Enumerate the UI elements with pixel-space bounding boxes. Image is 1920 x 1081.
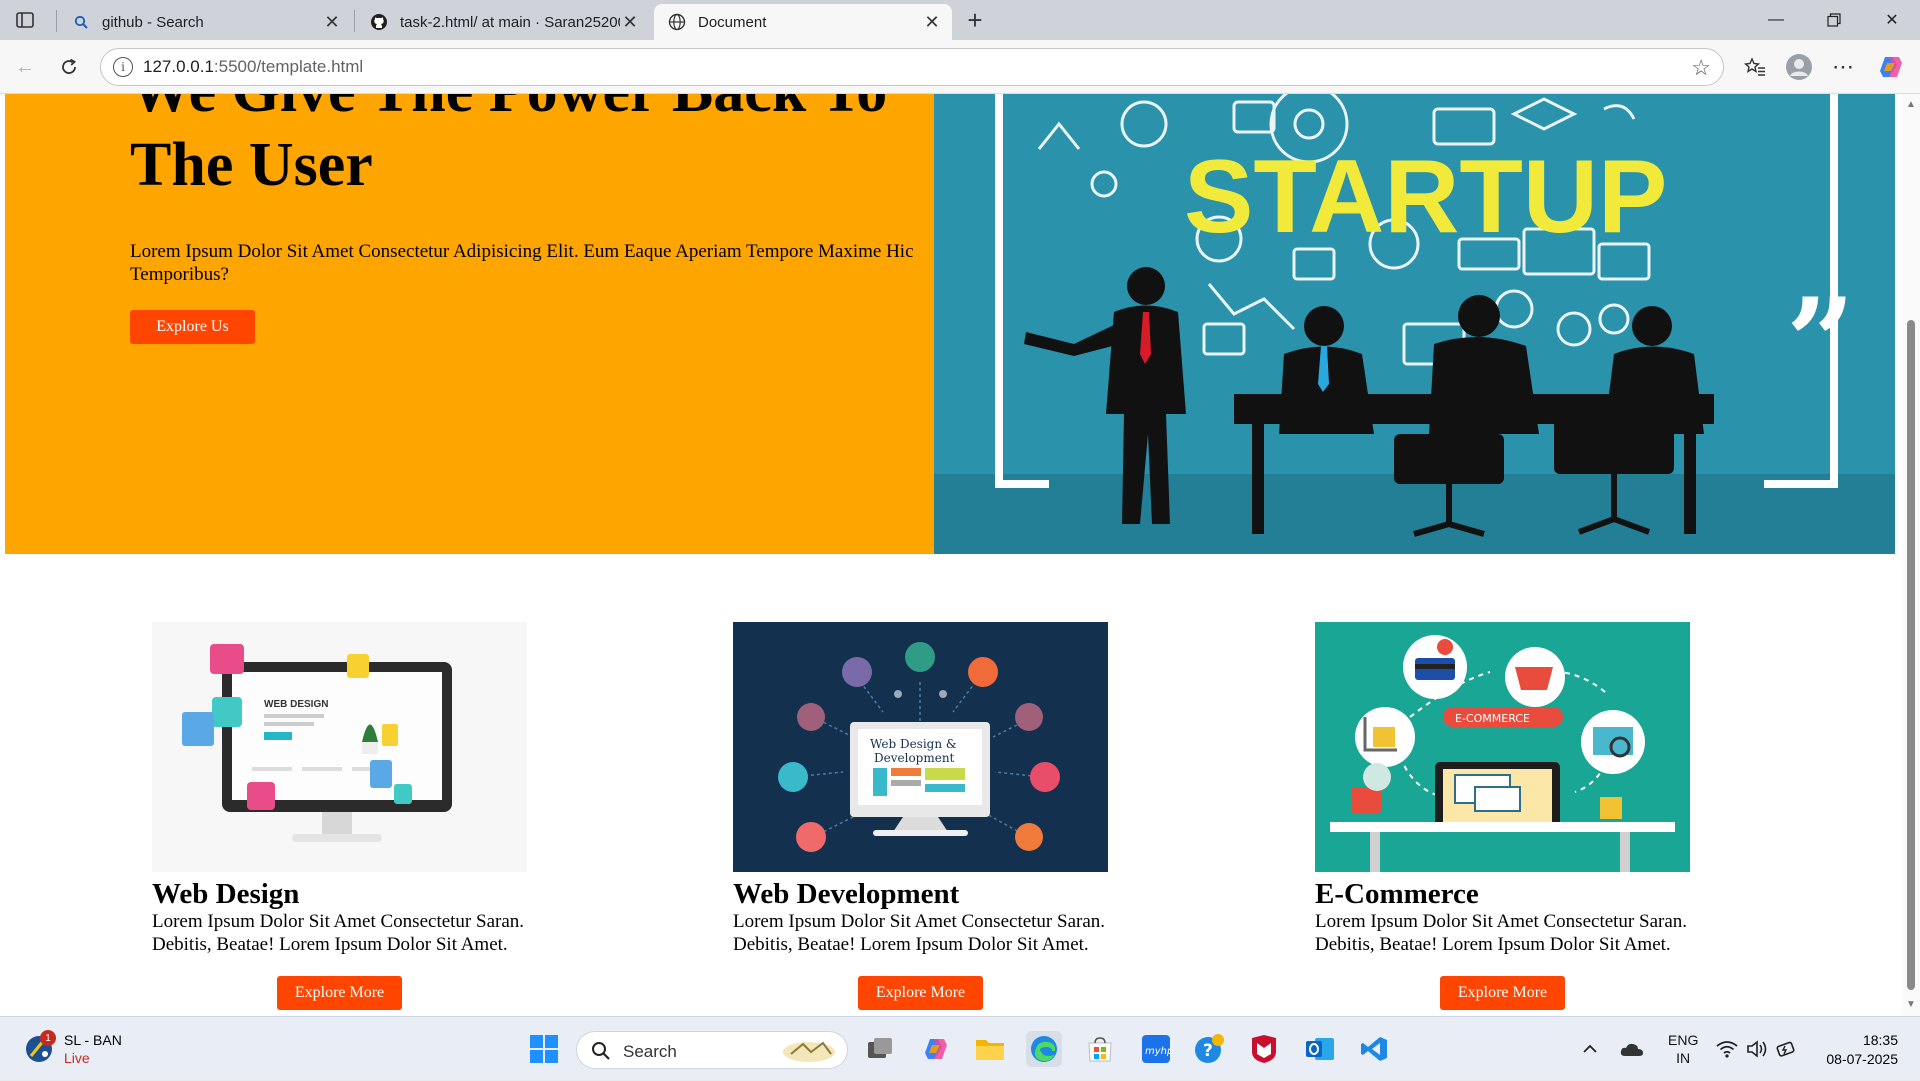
browser-toolbar: ← i 127.0.0.1:5500/template.html ☆ ⋯: [0, 40, 1920, 94]
github-icon: [370, 13, 388, 31]
service-card-ecommerce: E-COMMERCE E-Commerce Lorem Ipsum Dolor …: [1315, 622, 1795, 1010]
taskbar-search-label: Search: [623, 1042, 677, 1061]
widgets-live-score[interactable]: 1 SL - BAN Live: [24, 1030, 122, 1067]
svg-text:”: ”: [1786, 272, 1855, 413]
service-card-web-design: WEB DESIGN Web Design Lorem Ipsum Dolor …: [152, 622, 632, 1010]
scroll-up-arrow-icon[interactable]: ▲: [1906, 100, 1916, 110]
svg-text:?: ?: [1203, 1041, 1213, 1061]
show-hidden-icons-chevron-icon[interactable]: [1582, 1017, 1598, 1081]
cricket-icon: 1: [24, 1030, 56, 1064]
url-path: :5500/template.html: [213, 57, 364, 76]
volume-icon[interactable]: [1746, 1017, 1768, 1081]
clock-time: 18:35: [1862, 1032, 1898, 1048]
favorite-star-icon[interactable]: ☆: [1691, 55, 1711, 81]
explore-more-button[interactable]: Explore More: [1440, 976, 1565, 1010]
web-development-image: Web Design & Development: [733, 622, 1108, 872]
profile-avatar-icon[interactable]: [1784, 52, 1814, 82]
hero-text: Lorem Ipsum Dolor Sit Amet Consectetur A…: [130, 241, 914, 285]
hero-text-panel: We Give The Power Back To The User Lorem…: [5, 94, 934, 554]
myhp-icon[interactable]: myhp: [1138, 1031, 1174, 1067]
close-icon[interactable]: ✕: [620, 12, 640, 32]
windows-start-icon[interactable]: [526, 1031, 562, 1067]
live-score-status: Live: [64, 1050, 90, 1066]
live-score-title: SL - BAN: [64, 1032, 122, 1048]
search-icon: [591, 1041, 611, 1066]
vertical-scrollbar[interactable]: ▲ ▼: [1902, 94, 1920, 1016]
startup-image: STARTUP ”: [934, 94, 1895, 554]
site-info-icon[interactable]: i: [113, 57, 133, 77]
service-text: Lorem Ipsum Dolor Sit Amet Consectetur S…: [733, 911, 1106, 955]
hero-title: We Give The Power Back To The User: [130, 94, 887, 199]
mcafee-icon[interactable]: [1246, 1031, 1282, 1067]
address-url[interactable]: 127.0.0.1:5500/template.html: [143, 57, 363, 77]
tab-github-task[interactable]: task-2.html/ at main · Saran25200 ✕: [356, 4, 650, 40]
tab-title: Document: [698, 13, 767, 31]
windows-taskbar: 1 SL - BAN Live Search myhp ? ENG IN 18:…: [0, 1016, 1920, 1080]
language-indicator[interactable]: ENG IN: [1668, 1017, 1698, 1081]
startup-text: STARTUP: [1184, 139, 1667, 255]
ecommerce-banner-text: E-COMMERCE: [1455, 712, 1530, 725]
svg-text:myhp: myhp: [1145, 1046, 1171, 1057]
address-bar[interactable]: i 127.0.0.1:5500/template.html ☆: [100, 48, 1724, 86]
service-title: Web Design: [152, 878, 300, 910]
tab-separator: [354, 10, 355, 32]
service-title: Web Development: [733, 878, 960, 910]
service-text: Lorem Ipsum Dolor Sit Amet Consectetur S…: [1315, 911, 1688, 955]
notification-badge: 1: [40, 1030, 56, 1046]
hero-section: We Give The Power Back To The User Lorem…: [5, 94, 1895, 554]
web-design-screen-text: WEB DESIGN: [264, 699, 328, 710]
restore-icon[interactable]: [1814, 6, 1854, 34]
search-highlight-icon: [781, 1038, 837, 1069]
scroll-down-arrow-icon[interactable]: ▼: [1906, 1000, 1916, 1010]
taskbar-search-box[interactable]: Search: [576, 1031, 848, 1069]
favorites-icon[interactable]: [1740, 52, 1770, 82]
service-card-web-development: Web Design & Development Web Development…: [733, 622, 1213, 1010]
tab-title: task-2.html/ at main · Saran25200: [400, 13, 620, 31]
close-icon[interactable]: ✕: [322, 12, 342, 32]
vscode-icon[interactable]: [1356, 1031, 1392, 1067]
file-explorer-icon[interactable]: [972, 1031, 1008, 1067]
onedrive-cloud-icon[interactable]: [1620, 1017, 1644, 1081]
new-tab-icon[interactable]: +: [962, 5, 988, 35]
wifi-icon[interactable]: [1716, 1017, 1738, 1081]
service-text: Lorem Ipsum Dolor Sit Amet Consectetur S…: [152, 911, 525, 955]
sidebar-toggle-icon[interactable]: [12, 8, 38, 32]
microsoft-store-icon[interactable]: [1082, 1031, 1118, 1067]
copilot-app-icon[interactable]: [918, 1031, 954, 1067]
taskbar-clock[interactable]: 18:35 08-07-2025: [1826, 1031, 1898, 1069]
close-icon[interactable]: ✕: [922, 12, 942, 32]
ecommerce-image: E-COMMERCE: [1315, 622, 1690, 872]
more-menu-icon[interactable]: ⋯: [1828, 52, 1858, 82]
back-arrow-icon[interactable]: ←: [10, 52, 40, 82]
help-icon[interactable]: ?: [1192, 1031, 1228, 1067]
edge-browser-icon[interactable]: [1026, 1031, 1062, 1067]
web-dev-screen-line1: Web Design &: [870, 737, 957, 751]
scrollbar-thumb[interactable]: [1907, 320, 1915, 990]
refresh-icon[interactable]: [54, 52, 84, 82]
battery-icon[interactable]: [1776, 1017, 1798, 1081]
copilot-icon[interactable]: [1876, 52, 1906, 82]
url-host: 127.0.0.1: [143, 57, 214, 76]
close-window-icon[interactable]: ✕: [1872, 6, 1912, 34]
clock-date: 08-07-2025: [1826, 1051, 1898, 1067]
web-design-image: WEB DESIGN: [152, 622, 527, 872]
tab-title: github - Search: [102, 13, 204, 31]
outlook-icon[interactable]: [1302, 1031, 1338, 1067]
service-title: E-Commerce: [1315, 878, 1479, 910]
task-view-icon[interactable]: [862, 1031, 898, 1067]
explore-more-button[interactable]: Explore More: [858, 976, 983, 1010]
web-dev-screen-line2: Development: [874, 751, 955, 765]
tab-document[interactable]: Document ✕: [654, 4, 952, 40]
explore-us-button[interactable]: Explore Us: [130, 310, 255, 344]
explore-more-button[interactable]: Explore More: [277, 976, 402, 1010]
search-icon: [72, 13, 90, 31]
minimize-icon[interactable]: —: [1756, 6, 1796, 34]
globe-icon: [668, 13, 686, 31]
tab-strip: github - Search ✕ task-2.html/ at main ·…: [0, 0, 1920, 40]
language-code: ENG: [1668, 1032, 1699, 1048]
language-region: IN: [1676, 1050, 1691, 1066]
page-viewport: We Give The Power Back To The User Lorem…: [0, 94, 1920, 1016]
tab-separator: [56, 10, 57, 32]
tab-github-search[interactable]: github - Search ✕: [58, 4, 352, 40]
